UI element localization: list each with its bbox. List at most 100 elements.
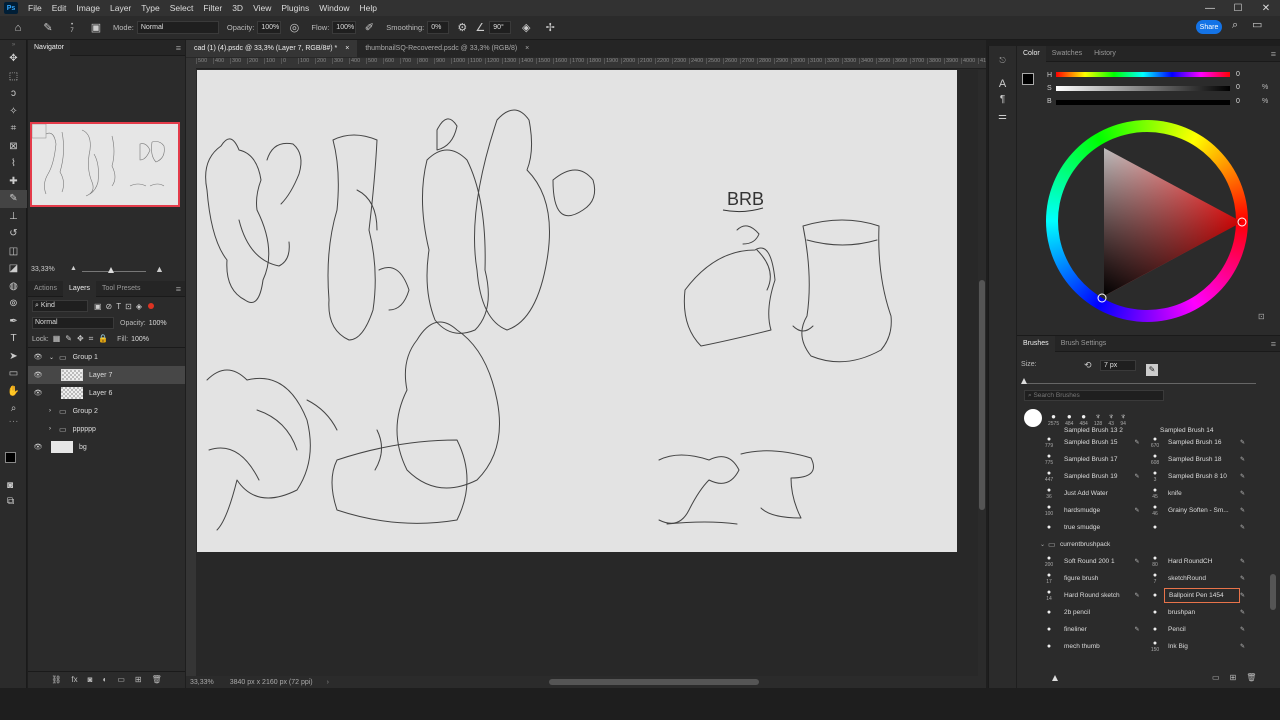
blur-tool-icon[interactable]: ◍ [0,278,27,296]
move-tool-icon[interactable]: ✥ [0,50,27,68]
symmetry-icon[interactable]: ✢ [541,19,559,37]
new-brush-icon[interactable]: ⊞ [1230,673,1237,682]
pen-tool-icon[interactable]: ✒ [0,313,27,331]
brush-preset-picker[interactable]: • 7 [63,22,81,34]
quick-select-tool-icon[interactable]: ✧ [0,103,27,121]
chevron-down-icon[interactable]: ⌄ [1040,541,1048,548]
brush-name[interactable]: hardsmudge [1058,507,1128,514]
status-zoom[interactable]: 33,33% [190,679,214,686]
recent-brush-3[interactable]: ● 484 [1065,412,1073,427]
layer-row-group-1[interactable]: 👁 ⌄ ▭ Group 1 [28,348,185,366]
brush-edit-icon[interactable]: ✎ [1128,439,1146,446]
chevron-down-icon[interactable]: ⌄ [49,354,59,361]
brush-edit-icon[interactable]: ✎ [1240,558,1252,565]
color-triangle[interactable] [1046,120,1248,322]
fx-icon[interactable]: fx [71,675,77,684]
brush-name[interactable]: true smudge [1058,524,1128,531]
close-icon[interactable]: ✕ [1252,3,1280,14]
menu-3d[interactable]: 3D [227,3,248,13]
zoom-slider-handle[interactable] [108,267,114,273]
chevron-right-icon[interactable]: › [49,408,59,414]
layer-row-layer-7-selected[interactable]: 👁 Layer 7 [28,366,185,384]
menu-layer[interactable]: Layer [105,3,136,13]
navigator-thumbnail[interactable] [30,122,180,207]
brush-edit-icon[interactable]: ✎ [1240,592,1252,599]
history-panel-icon[interactable]: ⎋ [989,56,1016,66]
adjustment-icon[interactable]: ◐ [102,675,107,684]
saturation-slider[interactable] [1056,86,1230,91]
preview-size-handle[interactable] [1052,675,1058,681]
brush-edit-icon[interactable]: ✎ [1128,558,1146,565]
menu-plugins[interactable]: Plugins [276,3,314,13]
marquee-tool-icon[interactable]: ⬚ [0,68,27,86]
smoothing-input[interactable]: 0% [427,21,450,34]
brush-edit-icon[interactable]: ✎ [1240,507,1252,514]
brush-name[interactable]: Grainy Soften - Sm... [1164,507,1240,514]
kind-filter-select[interactable]: ⌕ Kind [32,300,88,312]
layer-row-bg[interactable]: 👁 bg [28,438,185,456]
zoom-tool-icon[interactable]: ⌕ [0,400,27,418]
brush-edit-icon[interactable]: ✎ [1128,473,1146,480]
brush-edit-icon[interactable]: ✎ [1240,609,1252,616]
brush-settings-icon[interactable]: ▣ [87,19,105,37]
brush-edit-icon[interactable]: ✎ [1240,626,1252,633]
workspace-icon[interactable]: ▭ [1252,18,1262,31]
brush-edit-icon[interactable]: ✎ [1240,490,1252,497]
new-brush-icon[interactable]: ✎ [1146,364,1158,376]
h-value[interactable]: 0 [1236,71,1258,81]
gradient-tool-icon[interactable]: ◪ [0,260,27,278]
trash-icon[interactable]: 🗑 [152,675,162,684]
share-button[interactable]: Share [1196,20,1222,34]
color-menu-icon[interactable]: ≡ [1271,49,1276,59]
layer-row-group-2[interactable]: › ▭ Group 2 [28,402,185,420]
screen-mode-icon[interactable]: ⧉ [7,496,14,507]
brush-name[interactable]: Sampled Brush 18 [1164,456,1240,463]
document-canvas[interactable]: BRB [197,70,957,552]
doc-tab-2[interactable]: thumbnailSQ-Recovered.psdc @ 33,3% (RGB/… [357,40,537,57]
chevron-right-icon[interactable]: › [49,426,59,432]
filter-toggle-icon[interactable] [148,303,155,309]
eraser-tool-icon[interactable]: ◫ [0,243,27,261]
lasso-tool-icon[interactable]: ↄ [0,85,27,103]
brush-name[interactable]: fineliner [1058,626,1128,633]
search-brushes-input[interactable]: ⌕ Search Brushes [1024,390,1164,401]
close-tab-icon[interactable]: × [525,45,529,52]
zoom-slider-track[interactable] [82,271,146,272]
brush-name[interactable]: Just Add Water [1058,490,1128,497]
brush-name[interactable]: figure brush [1058,575,1128,582]
healing-tool-icon[interactable]: ✚ [0,173,27,191]
navigator-tab[interactable]: Navigator [28,39,70,56]
brush-name[interactable]: mech thumb [1058,643,1128,650]
visibility-eye-icon[interactable]: 👁 [31,443,45,451]
brush-name[interactable]: Sampled Brush 17 [1058,456,1128,463]
foreground-swatch[interactable] [1022,73,1034,85]
brush-name[interactable]: Sampled Brush 14 [1142,427,1213,434]
airbrush-icon[interactable]: ✐ [360,19,378,37]
paragraph-panel-icon[interactable]: ¶ [989,94,1016,105]
menu-filter[interactable]: Filter [198,3,227,13]
pressure-size-icon[interactable]: ◈ [517,19,535,37]
brush-edit-icon[interactable]: ✎ [1240,439,1252,446]
brightness-slider[interactable] [1056,100,1230,105]
lock-icons[interactable]: ▦✎✥⌗🔒 [53,334,113,344]
new-group-icon[interactable]: ▭ [117,675,125,684]
menu-select[interactable]: Select [165,3,199,13]
brush-edit-icon[interactable]: ✎ [1240,456,1252,463]
history-brush-icon[interactable]: ↺ [0,225,27,243]
filter-icons[interactable]: ▣⊘T⊡◈ [94,302,146,311]
stamp-tool-icon[interactable]: ⊥ [0,208,27,226]
horizontal-ruler[interactable]: 500 400 300 200 100 0 100 200 300 400 500 600 700 800… [196,58,986,69]
menu-file[interactable]: File [23,3,47,13]
visibility-eye-icon[interactable]: 👁 [31,389,45,397]
character-panel-icon[interactable]: A [989,78,1016,90]
frame-tool-icon[interactable]: ⊠ [0,138,27,156]
brush-size-input[interactable]: 7 px [1100,360,1136,371]
brush-name[interactable]: Sampled Brush 8 10 [1164,473,1240,480]
menu-window[interactable]: Window [314,3,354,13]
fill-value[interactable]: 100% [131,336,149,343]
shape-tool-icon[interactable]: ▭ [0,365,27,383]
menu-image[interactable]: Image [71,3,105,13]
zoom-in-icon[interactable]: ▲ [155,264,164,274]
brush-group-row[interactable]: ⌄ ▭ currentbrushpack [1040,536,1268,553]
history-tab[interactable]: History [1088,46,1122,62]
